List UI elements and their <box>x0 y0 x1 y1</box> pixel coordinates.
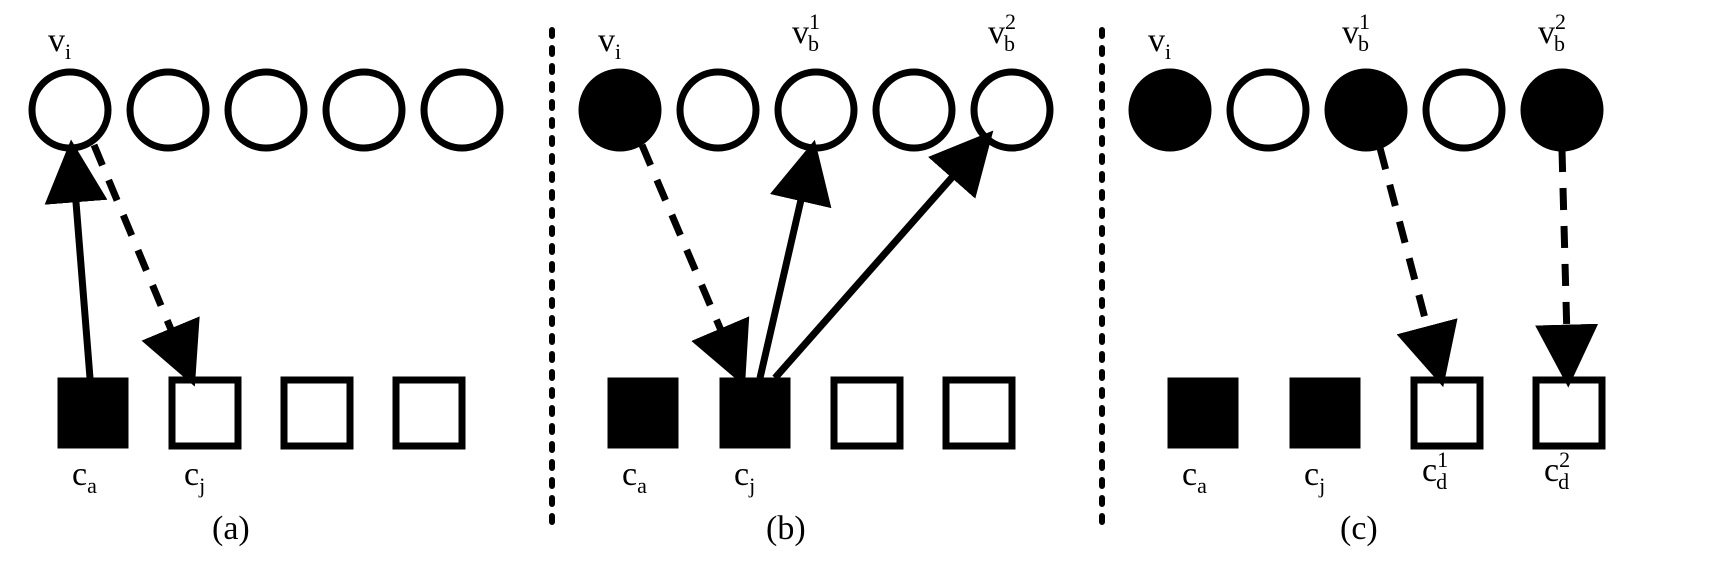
label-vi: vi <box>598 22 621 60</box>
label-vi: vi <box>1148 22 1171 60</box>
panel-b <box>582 72 1050 446</box>
label-cd1: c1d <box>1422 452 1459 490</box>
square-node <box>396 380 462 446</box>
arrow-dashed <box>642 145 740 375</box>
circle-node <box>1328 72 1404 148</box>
circle-node <box>1230 72 1306 148</box>
circle-node <box>876 72 952 148</box>
circle-node <box>1132 72 1208 148</box>
caption-c: (c) <box>1340 510 1378 548</box>
circle-node <box>974 72 1050 148</box>
circle-node <box>130 72 206 148</box>
circle-node <box>32 72 108 148</box>
circle-node <box>680 72 756 148</box>
square-node <box>1414 380 1480 446</box>
square-node <box>1536 380 1602 446</box>
circle-node <box>228 72 304 148</box>
circle-node <box>582 72 658 148</box>
figure: vi ca cj (a) vi v1b v2b ca cj (b) vi v1b… <box>0 0 1732 572</box>
arrow-solid <box>72 152 90 378</box>
square-node <box>834 380 900 446</box>
square-node <box>946 380 1012 446</box>
label-ca: ca <box>622 456 647 494</box>
arrow-dashed <box>94 145 190 375</box>
square-node <box>722 380 788 446</box>
label-cj: cj <box>734 456 755 494</box>
circle-node <box>778 72 854 148</box>
square-node <box>1292 380 1358 446</box>
square-node <box>610 380 676 446</box>
square-node <box>60 380 126 446</box>
label-vi: vi <box>48 22 71 60</box>
label-ca: ca <box>1182 456 1207 494</box>
square-node <box>284 380 350 446</box>
circle-node <box>424 72 500 148</box>
label-vb1: v1b <box>1342 14 1381 52</box>
label-cj: cj <box>184 456 205 494</box>
label-vb2: v2b <box>1538 14 1577 52</box>
caption-b: (b) <box>766 510 806 548</box>
label-ca: ca <box>72 456 97 494</box>
square-node <box>172 380 238 446</box>
circle-node <box>1426 72 1502 148</box>
diagram-svg <box>0 0 1732 572</box>
circle-node <box>1524 72 1600 148</box>
label-vb1: v1b <box>792 14 831 52</box>
arrow-dashed <box>1562 150 1568 375</box>
circle-node <box>326 72 402 148</box>
panel-c <box>1132 72 1602 446</box>
label-vb2: v2b <box>988 14 1027 52</box>
panel-a <box>32 72 500 446</box>
label-cj: cj <box>1304 456 1325 494</box>
label-cd2: c2d <box>1544 452 1581 490</box>
caption-a: (a) <box>212 510 250 548</box>
square-node <box>1170 380 1236 446</box>
arrow-dashed <box>1380 148 1440 375</box>
